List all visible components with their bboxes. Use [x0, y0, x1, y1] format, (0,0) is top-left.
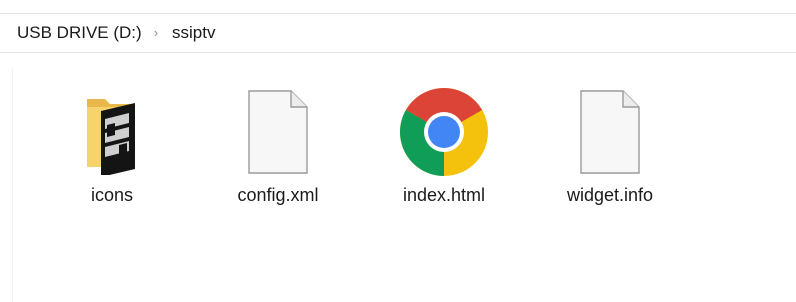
file-item-widget-info[interactable]: widget.info — [540, 87, 680, 227]
breadcrumb-separator-icon[interactable]: › — [154, 25, 158, 40]
folder-icon — [62, 87, 162, 177]
document-icon — [228, 87, 328, 177]
file-name: icons — [90, 185, 134, 205]
file-name: config.xml — [237, 185, 319, 205]
breadcrumb-root[interactable]: USB DRIVE (D:) — [17, 23, 142, 43]
document-icon — [560, 87, 660, 177]
breadcrumb-current[interactable]: ssiptv — [172, 23, 215, 43]
file-item-index-html[interactable]: index.html — [374, 87, 514, 227]
file-name: index.html — [402, 185, 486, 205]
pane-divider — [12, 69, 13, 302]
chrome-icon — [394, 87, 494, 177]
address-bar[interactable]: USB DRIVE (D:) › ssiptv — [0, 13, 796, 53]
file-list: icons config.xml index.html widget.info — [0, 69, 796, 302]
file-name: widget.info — [566, 185, 654, 205]
file-explorer-window: USB DRIVE (D:) › ssiptv icons config.xml… — [0, 0, 796, 302]
file-item-config-xml[interactable]: config.xml — [208, 87, 348, 227]
file-item-icons[interactable]: icons — [42, 87, 182, 227]
